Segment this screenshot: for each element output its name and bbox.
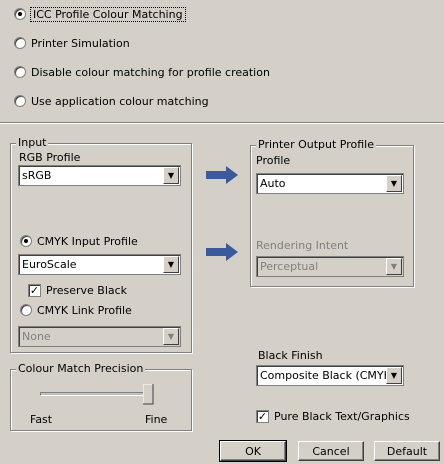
rendering-intent-select[interactable]: Perceptual ▼ — [256, 256, 404, 277]
radio-cmyk-input-profile[interactable]: CMYK Input Profile — [20, 233, 138, 249]
radio-button-icon[interactable] — [14, 37, 26, 49]
colour-match-precision-title: Colour Match Precision — [16, 362, 146, 375]
chevron-down-icon[interactable]: ▼ — [386, 175, 402, 192]
precision-slider-track[interactable] — [40, 392, 152, 396]
chevron-down-icon[interactable]: ▼ — [163, 167, 179, 184]
radio-label: CMYK Input Profile — [37, 234, 138, 248]
cmyk-link-profile-value: None — [22, 330, 51, 343]
precision-slider-thumb[interactable] — [143, 384, 154, 405]
chevron-down-icon[interactable]: ▼ — [163, 256, 179, 273]
rendering-intent-value: Perceptual — [260, 260, 319, 273]
black-finish-value: Composite Black (CMYK) — [260, 369, 386, 382]
radio-button-icon[interactable] — [20, 304, 32, 316]
printer-profile-value: Auto — [260, 177, 286, 190]
radio-disable-colour-matching[interactable]: Disable colour matching for profile crea… — [14, 64, 270, 80]
radio-icc-profile-colour-matching[interactable]: ICC Profile Colour Matching — [14, 6, 186, 22]
radio-button-icon[interactable] — [14, 95, 26, 107]
rendering-intent-label: Rendering Intent — [256, 239, 349, 252]
radio-use-application-colour-matching[interactable]: Use application colour matching — [14, 93, 209, 109]
arrow-right-icon — [206, 166, 238, 184]
chevron-down-icon[interactable]: ▼ — [163, 328, 179, 345]
black-finish-select[interactable]: Composite Black (CMYK) ▼ — [256, 365, 404, 386]
radio-cmyk-link-profile[interactable]: CMYK Link Profile — [20, 302, 132, 318]
cancel-button[interactable]: Cancel — [298, 441, 364, 461]
cmyk-link-profile-select[interactable]: None ▼ — [18, 326, 181, 347]
section-separator — [0, 122, 444, 124]
default-button[interactable]: Default — [374, 441, 440, 461]
pure-black-checkbox-row[interactable]: ✓ Pure Black Text/Graphics — [256, 408, 410, 424]
cmyk-input-profile-select[interactable]: EuroScale ▼ — [18, 254, 181, 275]
radio-button-icon[interactable] — [20, 235, 32, 247]
radio-label: Disable colour matching for profile crea… — [31, 65, 270, 79]
preserve-black-label: Preserve Black — [46, 283, 128, 297]
radio-label: CMYK Link Profile — [37, 303, 132, 317]
profile-label: Profile — [256, 154, 291, 167]
black-finish-label: Black Finish — [258, 349, 323, 362]
arrow-right-icon — [206, 243, 238, 261]
radio-label: Use application colour matching — [31, 94, 209, 108]
input-group-title: Input — [16, 136, 49, 149]
printer-profile-select[interactable]: Auto ▼ — [256, 173, 404, 194]
radio-button-icon[interactable] — [14, 66, 26, 78]
rgb-profile-select[interactable]: sRGB ▼ — [18, 165, 181, 186]
cmyk-input-profile-value: EuroScale — [22, 258, 77, 271]
precision-max-label: Fine — [145, 413, 168, 426]
pure-black-label: Pure Black Text/Graphics — [274, 409, 410, 423]
ok-button[interactable]: OK — [219, 440, 287, 462]
radio-label: Printer Simulation — [31, 36, 130, 50]
radio-button-icon[interactable] — [14, 8, 26, 20]
radio-printer-simulation[interactable]: Printer Simulation — [14, 35, 130, 51]
pure-black-checkbox[interactable]: ✓ — [256, 409, 269, 423]
preserve-black-checkbox-row[interactable]: ✓ Preserve Black — [28, 282, 127, 298]
rgb-profile-value: sRGB — [22, 169, 52, 182]
printer-output-profile-title: Printer Output Profile — [256, 138, 376, 151]
chevron-down-icon[interactable]: ▼ — [386, 367, 402, 384]
preserve-black-checkbox[interactable]: ✓ — [28, 283, 41, 297]
radio-label: ICC Profile Colour Matching — [30, 6, 186, 22]
rgb-profile-label: RGB Profile — [19, 151, 81, 164]
precision-min-label: Fast — [30, 413, 53, 426]
chevron-down-icon[interactable]: ▼ — [386, 258, 402, 275]
